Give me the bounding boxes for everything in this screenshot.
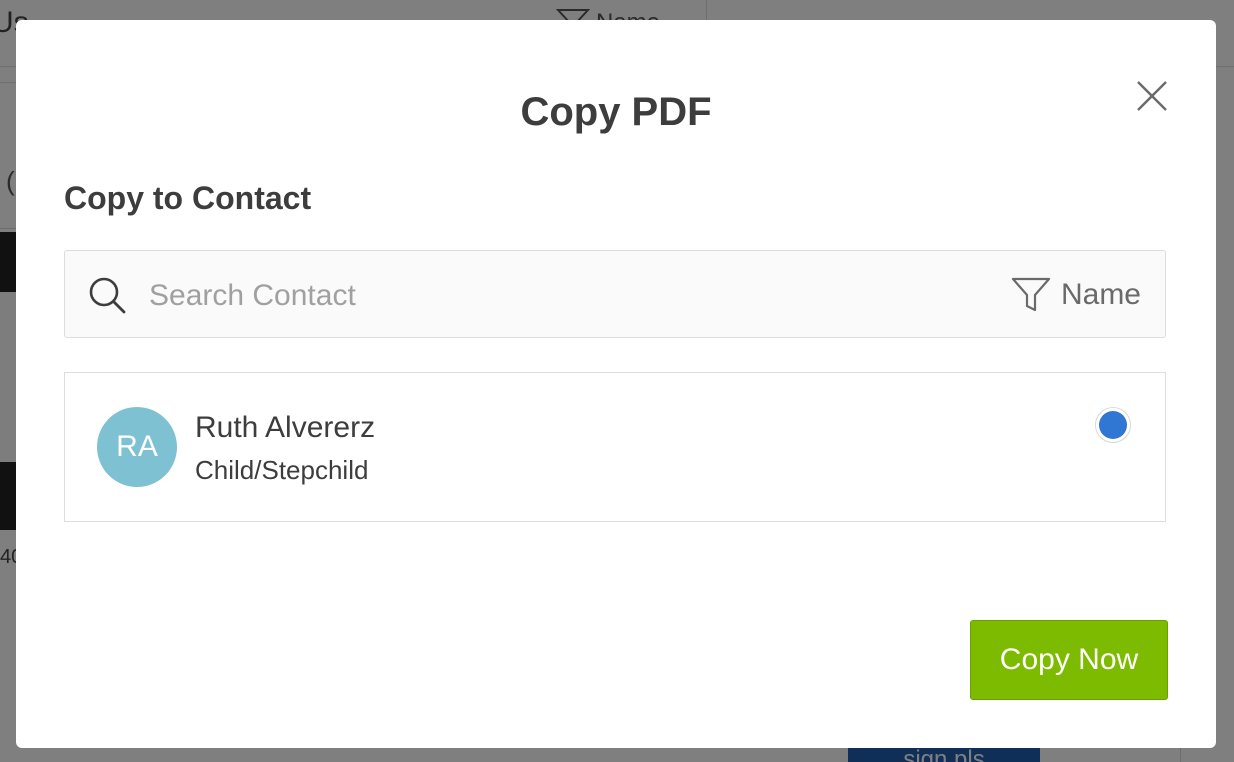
avatar: RA: [97, 407, 177, 487]
contact-select-radio[interactable]: [1095, 407, 1131, 443]
contact-list-item[interactable]: RA Ruth Alvererz Child/Stepchild: [64, 372, 1166, 522]
close-button[interactable]: [1134, 78, 1170, 114]
search-icon: [89, 277, 126, 314]
search-box: Name: [64, 250, 1166, 338]
filter-label: Name: [1060, 278, 1141, 311]
dialog-title: Copy PDF: [520, 90, 712, 134]
close-icon: [1137, 81, 1167, 111]
radio-selected-dot: [1099, 411, 1127, 439]
filter-icon: [1011, 277, 1051, 312]
copy-now-button[interactable]: Copy Now: [970, 620, 1168, 700]
contact-name: Ruth Alvererz: [195, 411, 376, 444]
avatar-initials: RA: [116, 430, 158, 463]
search-input[interactable]: [147, 269, 971, 323]
copy-pdf-dialog: Copy PDF Copy to Contact Name RA Ruth Al…: [16, 20, 1216, 748]
section-title: Copy to Contact: [64, 180, 312, 216]
filter-button[interactable]: Name: [1011, 275, 1141, 315]
contact-relation: Child/Stepchild: [195, 455, 369, 485]
